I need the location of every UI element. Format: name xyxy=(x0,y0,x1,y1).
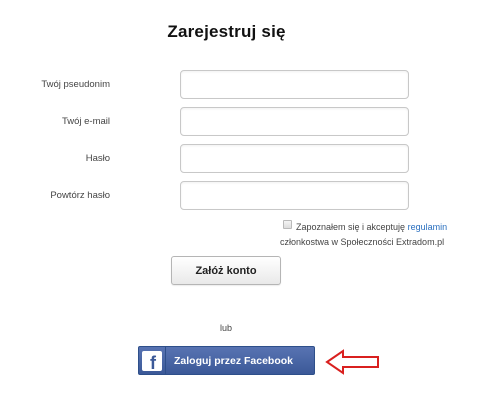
terms-text: Zapoznałem się i akceptuję regulamin xyxy=(296,222,447,232)
arrow-left-icon xyxy=(325,349,379,375)
terms-text-before: Zapoznałem się i akceptuję xyxy=(296,222,406,232)
password-label: Hasło xyxy=(85,153,110,164)
facebook-login-button[interactable]: f Zaloguj przez Facebook xyxy=(138,346,315,375)
create-account-button[interactable]: Załóż konto xyxy=(171,256,281,285)
email-label: Twój e-mail xyxy=(61,116,110,127)
terms-text-after: członkostwa w Społeczności Extradom.pl xyxy=(280,237,445,247)
facebook-login-label: Zaloguj przez Facebook xyxy=(174,354,294,367)
terms-link[interactable]: regulamin xyxy=(408,222,448,232)
password-repeat-label: Powtórz hasło xyxy=(50,190,110,201)
password-repeat-field[interactable] xyxy=(180,181,409,210)
or-separator: lub xyxy=(220,323,233,333)
nickname-field[interactable] xyxy=(180,70,409,99)
page-title: Zarejestruj się xyxy=(167,22,286,41)
facebook-icon: f xyxy=(139,347,166,374)
email-field[interactable] xyxy=(180,107,409,136)
facebook-logo-letter: f xyxy=(150,353,157,371)
terms-checkbox[interactable] xyxy=(283,220,292,229)
nickname-label: Twój pseudonim xyxy=(41,79,110,90)
password-field[interactable] xyxy=(180,144,409,173)
